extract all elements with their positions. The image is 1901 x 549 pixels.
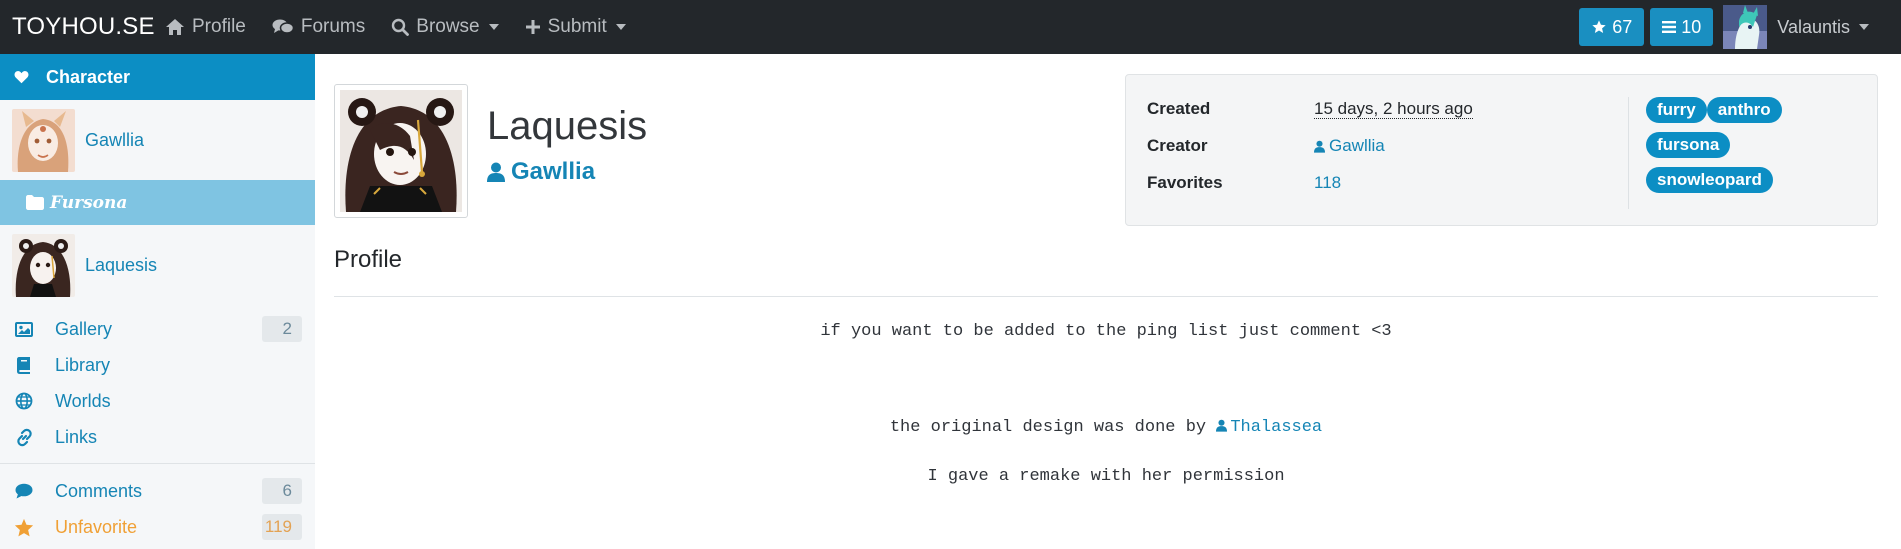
user-icon <box>487 162 505 182</box>
current-character-name: Laquesis <box>85 254 158 275</box>
nav-profile-label: Profile <box>192 16 246 37</box>
sidebar-current-character[interactable]: Laquesis <box>0 225 315 305</box>
comments-count-badge: 6 <box>262 478 302 504</box>
created-value: 15 days, 2 hours ago <box>1314 98 1473 119</box>
profile-line-1: if you want to be added to the ping list… <box>820 322 1392 341</box>
home-icon <box>166 19 184 35</box>
sidebar-item-worlds[interactable]: Worlds <box>0 383 315 419</box>
image-icon <box>15 321 33 337</box>
created-label: Created <box>1147 99 1211 118</box>
lists-count: 10 <box>1681 16 1702 37</box>
user-mention-link[interactable]: Thalassea <box>1216 418 1322 437</box>
heart-icon <box>14 71 29 84</box>
sidebar-menu: Gallery 2 Library Worlds Links Comments … <box>0 305 315 545</box>
folder-label: Fursona <box>50 192 128 213</box>
character-owner-link[interactable]: Gawllia <box>487 158 595 186</box>
chevron-down-icon <box>488 24 499 30</box>
user-icon <box>1216 419 1228 432</box>
character-owner-name: Gawllia <box>511 158 596 185</box>
profile-line-2: the original design was done by Thalasse… <box>334 418 1878 437</box>
character-avatar[interactable] <box>334 84 468 218</box>
favorites-value-link[interactable]: 118 <box>1314 173 1341 193</box>
site-logo[interactable]: TOYHOU.SE <box>0 13 165 41</box>
tag-furry[interactable]: furry <box>1646 97 1707 123</box>
creator-link[interactable]: Gawllia <box>1314 136 1385 156</box>
sidebar-header-label: Character <box>46 66 131 87</box>
sidebar-header: Character <box>0 54 315 100</box>
tag-anthro[interactable]: anthro <box>1706 97 1782 123</box>
username-label: Valauntis <box>1777 16 1850 37</box>
globe-icon <box>15 392 33 410</box>
owner-character-thumbnail <box>12 108 75 172</box>
info-row-creator: Creator Gawllia <box>1147 136 1385 156</box>
creator-label: Creator <box>1147 136 1208 155</box>
sidebar-owner-character[interactable]: Gawllia <box>0 100 315 180</box>
user-icon <box>1314 140 1325 153</box>
star-icon <box>1592 20 1606 33</box>
sidebar-item-gallery[interactable]: Gallery 2 <box>0 311 315 347</box>
character-info-panel: Created 15 days, 2 hours ago Creator Gaw… <box>1125 74 1878 226</box>
comment-icon <box>15 483 33 499</box>
page-scrollbar[interactable] <box>1883 54 1901 549</box>
profile-line-3: I gave a remake with her permission <box>927 467 1285 486</box>
sidebar-item-links[interactable]: Links <box>0 419 315 455</box>
nav-forums-link[interactable]: Forums <box>272 16 365 38</box>
nav-submit-dropdown[interactable]: Submit <box>525 16 626 38</box>
link-icon <box>16 428 32 446</box>
nav-submit-label: Submit <box>547 16 607 37</box>
list-icon <box>1662 21 1677 33</box>
comments-label: Comments <box>55 480 143 501</box>
tag-fursona[interactable]: fursona <box>1646 132 1731 158</box>
sidebar-item-library[interactable]: Library <box>0 347 315 383</box>
info-row-favorites: Favorites 118 <box>1147 173 1341 193</box>
gallery-label: Gallery <box>55 318 113 339</box>
favorites-count: 67 <box>1612 16 1633 37</box>
search-icon <box>392 18 410 36</box>
profile-line-2-text: the original design was done by <box>889 418 1207 437</box>
info-row-created: Created 15 days, 2 hours ago <box>1147 99 1473 119</box>
chevron-down-icon <box>1859 24 1869 30</box>
owner-character-name: Gawllia <box>85 129 145 150</box>
nav-forums-label: Forums <box>300 16 366 37</box>
creator-name: Gawllia <box>1329 136 1385 155</box>
sidebar-folder-fursona[interactable]: Fursona <box>0 180 315 225</box>
worlds-label: Worlds <box>55 390 111 411</box>
book-icon <box>17 356 30 374</box>
chevron-down-icon <box>615 24 626 30</box>
sidebar-item-unfavorite[interactable]: Unfavorite 119 <box>0 509 315 545</box>
lists-button[interactable]: 10 <box>1650 8 1714 46</box>
gallery-count-badge: 2 <box>262 316 302 342</box>
unfavorite-label: Unfavorite <box>55 516 138 537</box>
favorites-label: Favorites <box>1147 173 1223 192</box>
profile-section-title: Profile <box>334 246 403 273</box>
star-icon <box>14 518 34 536</box>
user-menu-dropdown[interactable]: Valauntis <box>1777 17 1869 38</box>
tag-snowleopard[interactable]: snowleopard <box>1646 167 1773 193</box>
links-label: Links <box>55 426 98 447</box>
library-label: Library <box>55 354 111 375</box>
sidebar: Character Gawllia Fursona Laquesis Galle… <box>0 54 315 549</box>
nav-browse-dropdown[interactable]: Browse <box>391 16 499 38</box>
current-character-thumbnail <box>12 233 75 297</box>
section-divider <box>334 296 1878 297</box>
sidebar-item-comments[interactable]: Comments 6 <box>0 473 315 509</box>
favorites-count-badge: 119 <box>262 514 302 540</box>
user-avatar[interactable] <box>1723 5 1768 49</box>
sidebar-divider <box>0 455 315 464</box>
tag-list: furry anthro fursona snowleopard <box>1646 97 1866 202</box>
top-navbar: TOYHOU.SE Profile Forums Browse Submit 6… <box>0 0 1901 54</box>
nav-profile-link[interactable]: Profile <box>165 16 246 38</box>
folder-icon <box>26 195 44 210</box>
user-mention-name: Thalassea <box>1230 418 1323 437</box>
favorites-button[interactable]: 67 <box>1579 8 1645 46</box>
plus-icon <box>525 20 540 34</box>
character-name: Laquesis <box>487 104 648 148</box>
info-divider <box>1628 97 1629 209</box>
nav-browse-label: Browse <box>416 16 480 37</box>
comments-icon <box>272 19 294 34</box>
